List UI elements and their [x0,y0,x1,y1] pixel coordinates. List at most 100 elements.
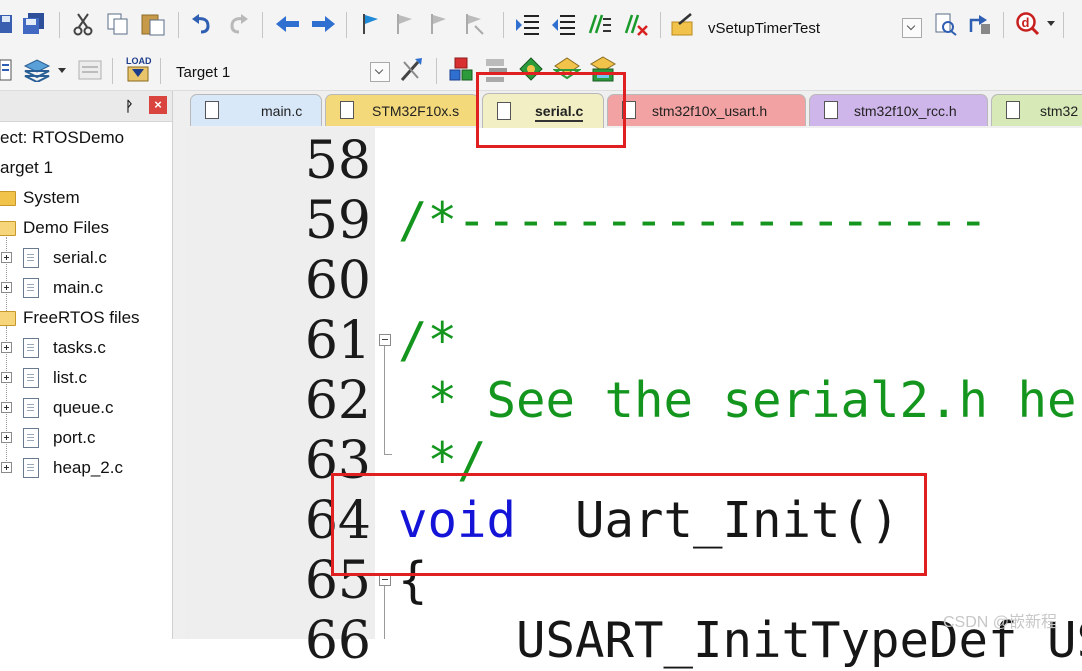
tree-file-label: port.c [53,428,96,447]
file-icon [340,101,354,119]
undo-icon[interactable] [190,13,214,35]
target-options-icon[interactable] [398,56,424,84]
expand-icon[interactable] [1,432,12,443]
tab-stm32f10x-s[interactable]: STM32F10x.s [325,94,479,126]
fold-guide [384,346,385,454]
open-folder-icon [0,311,16,326]
collapse-icon[interactable] [379,334,391,346]
tree-file-label: tasks.c [53,338,106,357]
code-line: /*------------------ [398,192,989,249]
tree-file-label: heap_2.c [53,458,123,477]
incremental-find-icon[interactable] [967,12,993,36]
highlight-box-function [331,473,927,576]
line-number: 59 [304,191,371,251]
chevron-down-icon[interactable] [370,62,390,82]
download-load-icon[interactable]: LOAD [124,55,152,85]
project-pane: ᚹ × ect: RTOSDemo arget 1 System Demo Fi… [0,91,172,639]
svg-text:LOAD: LOAD [126,56,152,66]
file-icon [205,101,219,119]
unindent-icon[interactable] [551,13,577,35]
caret-down-icon[interactable] [58,68,66,73]
batch-build-icon[interactable] [76,58,104,82]
line-number: 62 [304,371,371,431]
open-folder-icon [0,221,16,236]
find-icon[interactable] [934,12,958,36]
function-select-value: vSetupTimerTest [708,20,820,37]
folder-icon [0,191,16,206]
cut-icon[interactable] [72,12,94,36]
editor-tabbar: main.c STM32F10x.s serial.c stm32f10x_us… [185,91,1082,128]
pin-icon[interactable]: ᚹ [125,98,133,114]
tab-label: main.c [261,103,303,119]
code-line: * See the serial2.h he [398,372,1077,429]
clear-bookmarks-icon[interactable] [463,12,485,36]
tab-main-c[interactable]: main.c [190,94,322,126]
code-line: /* [398,312,458,369]
tab-stm32f10x-usart-h[interactable]: stm32f10x_usart.h [607,94,806,126]
main-toolbar: vSetupTimerTest d [0,0,1082,51]
comment-selection-icon[interactable] [587,13,613,35]
file-icon [1006,101,1020,119]
expand-icon[interactable] [1,252,12,263]
group-demo-files-label: Demo Files [23,218,109,237]
debug-session-icon[interactable]: d [1016,12,1042,36]
expand-icon[interactable] [1,372,12,383]
fold-end [384,454,392,455]
tab-label: stm32f10x_rcc.h [854,103,957,119]
highlight-box-tab [476,72,626,148]
line-number: 61 [304,311,371,371]
expand-icon[interactable] [1,342,12,353]
bookmark-icon[interactable] [360,12,382,36]
redo-icon[interactable] [226,13,250,35]
file-icon [23,458,39,478]
uncomment-selection-icon[interactable] [623,13,649,37]
tab-label: STM32F10x.s [372,103,460,119]
tab-stm32-more[interactable]: stm32 [991,94,1082,126]
translate-icon[interactable] [0,58,14,82]
pane-splitter[interactable] [172,91,186,639]
svg-text:d: d [1022,15,1030,30]
navigate-back-icon[interactable] [275,15,301,33]
tree-file-label: serial.c [53,248,107,267]
target-node[interactable]: arget 1 [0,158,53,178]
save-all-icon[interactable] [22,12,46,36]
file-icon [23,278,39,298]
target-select-value: Target 1 [176,64,231,81]
file-icon [824,101,838,119]
tab-stm32f10x-rcc-h[interactable]: stm32f10x_rcc.h [809,94,988,126]
expand-icon[interactable] [1,402,12,413]
file-icon [23,248,39,268]
tab-label: stm32f10x_usart.h [652,103,768,119]
project-root[interactable]: ect: RTOSDemo [0,128,124,148]
prev-bookmark-icon[interactable] [394,12,416,36]
chevron-down-icon[interactable] [902,18,922,38]
build-icon[interactable] [23,58,51,82]
next-bookmark-icon[interactable] [428,12,450,36]
group-system-label: System [23,188,80,207]
tree-file-label: list.c [53,368,87,387]
tab-label: stm32 [1040,103,1079,119]
expand-icon[interactable] [1,462,12,473]
navigate-forward-icon[interactable] [310,15,336,33]
indent-icon[interactable] [515,13,541,35]
expand-icon[interactable] [1,282,12,293]
tree-file-label: main.c [53,278,104,297]
line-number: 60 [304,251,371,311]
save-icon[interactable] [0,13,14,35]
copy-icon[interactable] [106,12,130,36]
file-icon [23,428,39,448]
project-pane-header: ᚹ × [0,91,172,122]
caret-down-icon[interactable] [1047,21,1055,26]
target-select[interactable]: Target 1 [168,57,392,85]
function-select[interactable]: vSetupTimerTest [700,13,924,41]
group-freertos-files-label: FreeRTOS files [23,308,140,327]
tree-file-label: queue.c [53,398,114,417]
file-icon [23,368,39,388]
close-icon[interactable]: × [149,96,167,114]
file-icon [23,398,39,418]
manage-project-items-icon[interactable] [448,56,474,84]
paste-icon[interactable] [140,11,166,37]
find-in-files-icon[interactable] [671,12,697,36]
watermark: CSDN @嵌新程 [943,614,1058,631]
file-icon [23,338,39,358]
